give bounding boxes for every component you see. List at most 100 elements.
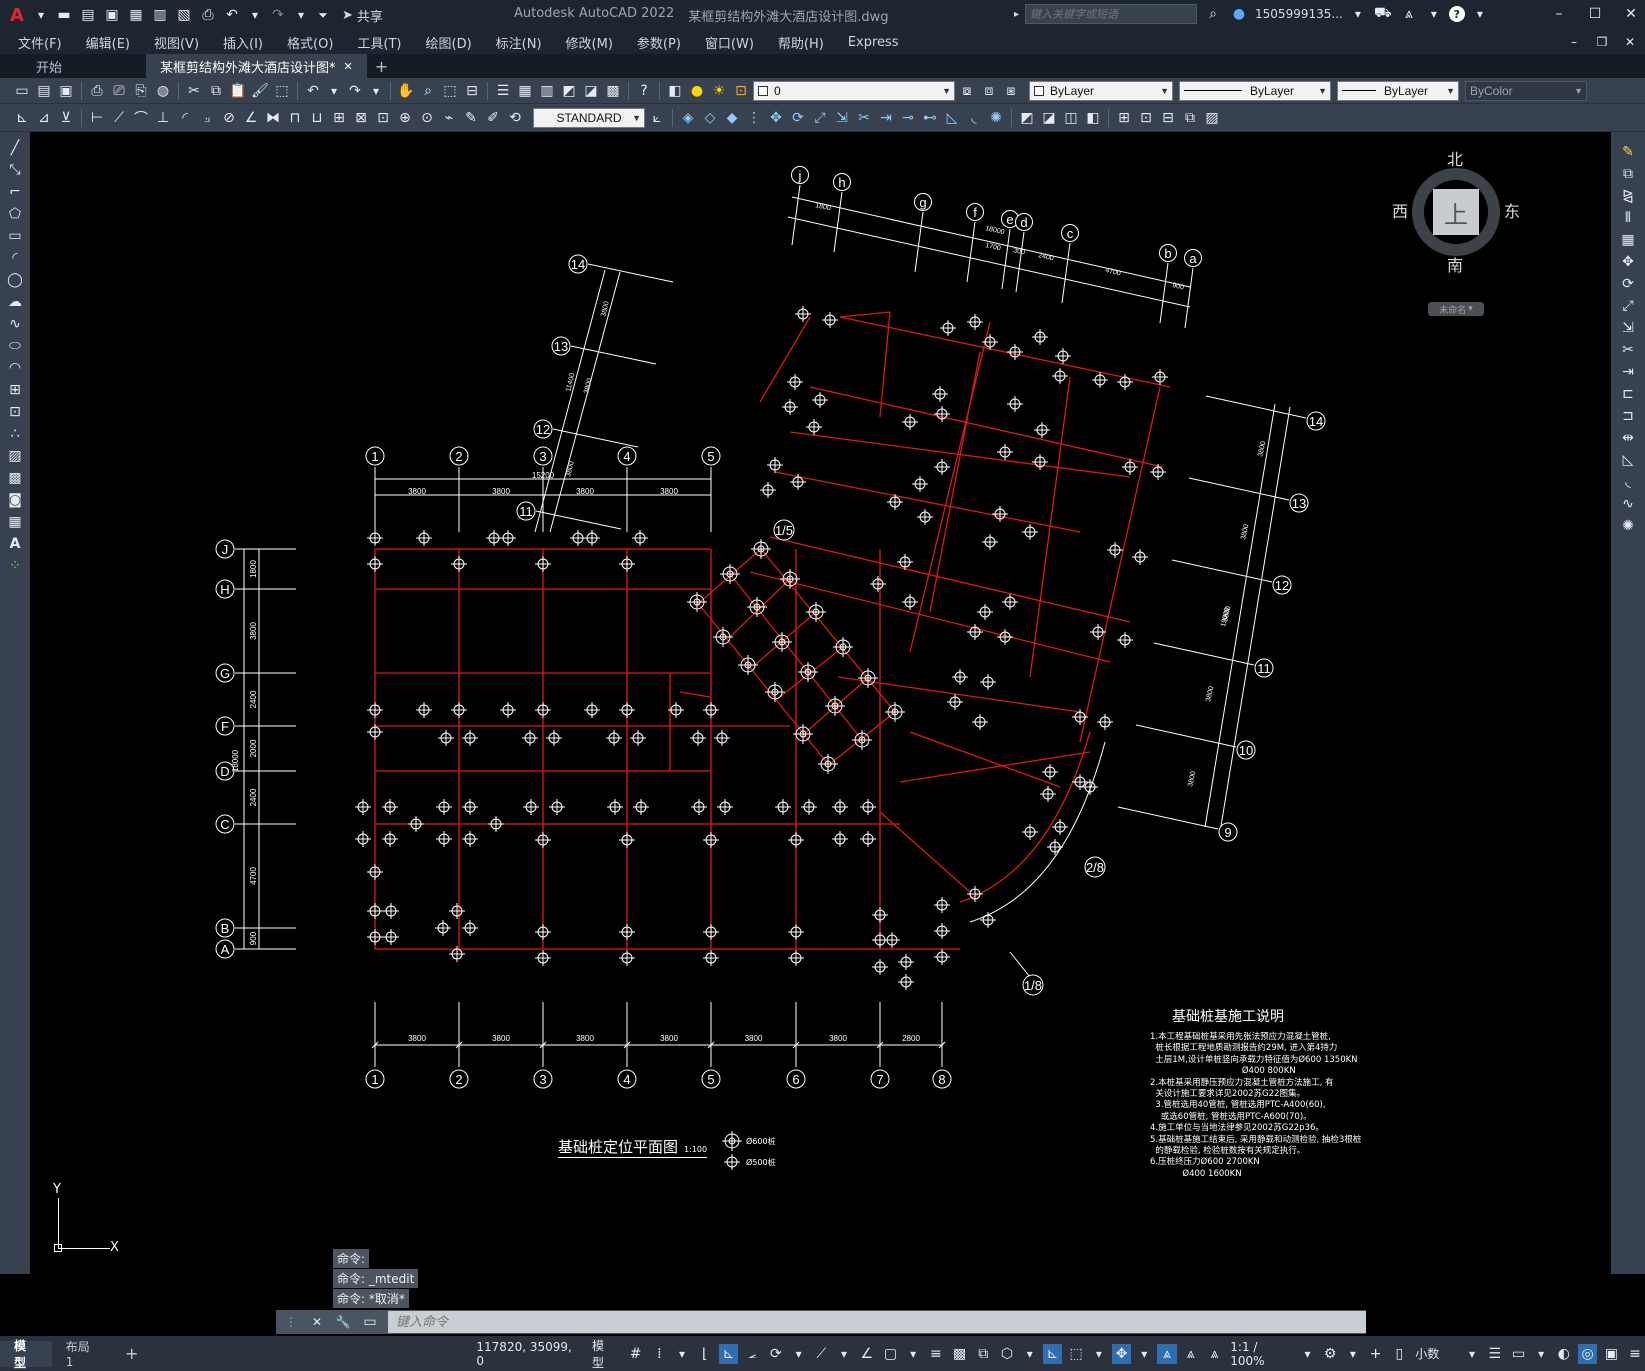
chevron-down-icon[interactable]: ▾ <box>1532 1345 1550 1363</box>
close-icon[interactable]: ✕ <box>1621 4 1641 24</box>
cart-icon[interactable]: ⛟ <box>1373 4 1393 24</box>
hardware-acceleration-icon[interactable]: ◎ <box>1577 1343 1598 1364</box>
customization-icon[interactable]: ≡ <box>1625 1344 1645 1364</box>
plotstyle-select[interactable]: ByColor ▼ <box>1465 80 1587 101</box>
object-snap-tracking-icon[interactable]: ⟋ <box>811 1344 831 1364</box>
linear-dim-icon[interactable]: ⊢ <box>87 108 107 128</box>
menu-draw[interactable]: 绘图(D) <box>414 33 484 52</box>
tab-start[interactable]: 开始 <box>0 54 146 78</box>
trim-icon[interactable]: ✂ <box>854 108 874 128</box>
plot-icon[interactable]: ⎙ <box>198 5 218 25</box>
share-button[interactable]: ➤ 共享 <box>342 6 383 25</box>
undo-icon[interactable]: ↶ <box>303 81 323 101</box>
fillet-icon[interactable]: ◟ <box>964 108 984 128</box>
open-icon[interactable]: ▤ <box>78 5 98 25</box>
maximize-icon[interactable]: ☐ <box>1585 4 1605 24</box>
draworder-front-icon[interactable]: ◩ <box>1017 108 1037 128</box>
scale-icon[interactable]: ⤢ <box>1618 296 1638 316</box>
lightbulb-icon[interactable]: ● <box>687 81 707 101</box>
match-properties-icon[interactable]: 🖌 <box>250 81 270 101</box>
new-icon[interactable]: ▭ <box>12 81 32 101</box>
inspect-icon[interactable]: ⊙ <box>417 108 437 128</box>
layer-previous-icon[interactable]: ⧈ <box>979 81 999 101</box>
infer-icon[interactable]: ⌊ <box>695 1344 715 1364</box>
save-as-icon[interactable]: ▦ <box>126 5 146 25</box>
polyline-icon[interactable]: ⌐ <box>5 182 25 202</box>
isolate-objects-icon[interactable]: ◐ <box>1554 1344 1574 1364</box>
chevron-down-icon[interactable]: ▾ <box>1463 1345 1481 1363</box>
dimstyle-icon[interactable]: ⟀ <box>647 108 667 128</box>
chevron-down-icon[interactable]: ▾ <box>790 1345 808 1363</box>
customize-quick-access-icon[interactable]: ⏷ <box>314 6 332 24</box>
web-icon[interactable]: ◍ <box>153 81 173 101</box>
chevron-down-icon[interactable]: ▾ <box>32 6 50 24</box>
layer-select[interactable]: 0 ▼ <box>753 80 955 101</box>
doc-close-icon[interactable]: ✕ <box>1621 33 1639 51</box>
undo-list-icon[interactable]: ▾ <box>246 6 264 24</box>
chevron-down-icon[interactable]: ▾ <box>1471 5 1489 23</box>
chevron-down-icon[interactable]: ▾ <box>367 82 385 100</box>
tab-drawing[interactable]: 某框剪结构外滩大酒店设计图* ✕ <box>146 54 367 78</box>
revision-cloud-icon[interactable]: ☁ <box>5 292 25 312</box>
graphics-performance-icon[interactable]: ▭ <box>1509 1344 1529 1364</box>
design-center-icon[interactable]: ▦ <box>515 81 535 101</box>
doc-minimize-icon[interactable]: – <box>1565 33 1583 51</box>
copy-icon[interactable]: ⧉ <box>1618 164 1638 184</box>
quick-properties-icon[interactable]: ☰ <box>1485 1344 1505 1364</box>
autodesk-a360-icon[interactable]: ⩓ <box>1399 4 1419 24</box>
scale-icon[interactable]: ⤢ <box>810 108 830 128</box>
stretch-icon[interactable]: ⇲ <box>832 108 852 128</box>
mirror-icon[interactable]: ◇ <box>700 108 720 128</box>
dim-text-edit-icon[interactable]: ✐ <box>483 108 503 128</box>
fillet-icon[interactable]: ◟ <box>1618 472 1638 492</box>
customize-wrench-icon[interactable]: 🔧 <box>334 1313 352 1331</box>
ucs-world-icon[interactable]: ⊿ <box>34 108 54 128</box>
offset-icon[interactable]: ◆ <box>722 108 742 128</box>
array-icon[interactable]: ⋮ <box>744 108 764 128</box>
tab-layout1[interactable]: 布局1 <box>52 1340 111 1369</box>
zoom-realtime-icon[interactable]: ⌕ <box>418 81 438 101</box>
annotation-scale-icon[interactable]: ⩓ <box>1205 1344 1225 1364</box>
drawing-canvas[interactable]: 1 2 3 4 5 6 7 8 1 2 3 4 5 J H G F D C B Aj h g f e d c b a 14 13 12 11 14… <box>30 132 1611 1274</box>
dynamic-ucs-icon[interactable]: ⊾ <box>1042 1343 1063 1364</box>
spline-icon[interactable]: ∿ <box>5 314 25 334</box>
layer-state-icon[interactable]: ⧆ <box>1001 81 1021 101</box>
blend-curves-icon[interactable]: ∿ <box>1618 494 1638 514</box>
chevron-down-icon[interactable]: ▾ <box>835 1345 853 1363</box>
tolerance-icon[interactable]: ⊡ <box>373 108 393 128</box>
add-layout-button[interactable]: + <box>111 1341 152 1367</box>
viewcube-top-face[interactable]: 上 <box>1433 189 1479 235</box>
point-icon[interactable]: ∴ <box>5 424 25 444</box>
annotation-scale[interactable]: 1:1 / 100% <box>1230 1340 1294 1368</box>
save-web-icon[interactable]: ▧ <box>174 5 194 25</box>
mirror-icon[interactable]: ⧎ <box>1618 186 1638 206</box>
arc-length-icon[interactable]: ⌒ <box>131 108 151 128</box>
continue-dim-icon[interactable]: ⊔ <box>307 108 327 128</box>
open-web-icon[interactable]: ▥ <box>150 5 170 25</box>
break-point-icon[interactable]: ⊏ <box>1618 384 1638 404</box>
menu-dimension[interactable]: 标注(N) <box>484 33 554 52</box>
make-block-icon[interactable]: ⊡ <box>5 402 25 422</box>
ucs-icon[interactable]: ⊾ <box>12 108 32 128</box>
line-icon[interactable]: ╱ <box>5 138 25 158</box>
close-command-icon[interactable]: ✕ <box>308 1313 326 1331</box>
jogged-dim-icon[interactable]: ⟓ <box>197 108 217 128</box>
menu-tools[interactable]: 工具(T) <box>345 33 413 52</box>
publish-icon[interactable]: ⎘ <box>131 81 151 101</box>
mtext-icon[interactable]: A <box>5 534 25 554</box>
chevron-down-icon[interactable]: ▾ <box>1299 1345 1317 1363</box>
draworder-below-icon[interactable]: ◧ <box>1083 108 1103 128</box>
undo-icon[interactable]: ↶ <box>222 5 242 25</box>
lineweight-select[interactable]: ByLayer ▼ <box>1337 80 1459 101</box>
clean-screen-icon[interactable]: ▣ <box>1601 1344 1621 1364</box>
units-select[interactable]: 小数 <box>1415 1345 1459 1362</box>
copy-object-icon[interactable]: ◈ <box>678 108 698 128</box>
explode-icon[interactable]: ✺ <box>1618 516 1638 536</box>
table-icon[interactable]: ▦ <box>5 512 25 532</box>
viewcube[interactable]: 上 北 南 西 东 未命名 ▾ <box>1392 146 1520 316</box>
jogged-linear-icon[interactable]: ⌁ <box>439 108 459 128</box>
copy-icon[interactable]: ⧉ <box>206 81 226 101</box>
grip-icon[interactable]: ⋮ <box>282 1313 300 1331</box>
calculator-icon[interactable]: ▩ <box>603 81 623 101</box>
search-expand-icon[interactable]: ▸ <box>1014 9 1019 20</box>
